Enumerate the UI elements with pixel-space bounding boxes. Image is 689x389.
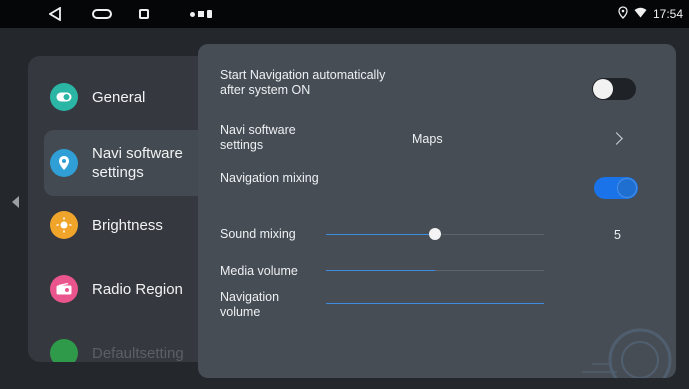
sidebar-item-radio-region[interactable]: Radio Region: [28, 256, 218, 322]
sidebar-item-label: Brightness: [92, 216, 163, 234]
sidebar-item-general[interactable]: General: [28, 64, 218, 130]
slider-fill: [326, 234, 435, 235]
sidebar-item-label: Defaultsetting: [92, 344, 184, 362]
toggle-knob: [593, 79, 613, 99]
sidebar-item-label: General: [92, 88, 146, 106]
navigation-mixing-toggle[interactable]: [594, 177, 638, 199]
location-pin-icon: [50, 149, 78, 177]
start-navigation-label: Start Navigation automatically after sys…: [220, 68, 386, 97]
sidebar: General Navi software settings Brightnes…: [28, 56, 218, 362]
navi-software-value[interactable]: Maps: [412, 132, 443, 146]
slider-fill: [326, 270, 435, 271]
back-icon[interactable]: [44, 0, 66, 28]
status-right: 17:54: [618, 0, 683, 28]
navi-software-label: Navi software settings: [220, 123, 296, 152]
watermark-icon: [582, 328, 672, 378]
lock-icon: [207, 10, 212, 18]
chevron-right-icon[interactable]: [610, 132, 623, 145]
sidebar-item-navi-software-settings[interactable]: Navi software settings: [44, 130, 218, 196]
clock-time: 17:54: [652, 7, 683, 21]
reset-icon: [50, 339, 78, 362]
radio-icon: [50, 275, 78, 303]
left-arrow-icon[interactable]: [12, 196, 19, 208]
media-volume-label: Media volume: [220, 264, 298, 278]
media-volume-slider[interactable]: [326, 270, 544, 271]
sun-icon: [50, 211, 78, 239]
navigation-volume-slider[interactable]: [326, 303, 544, 304]
recent-apps-icon[interactable]: [134, 0, 154, 28]
start-navigation-toggle[interactable]: [592, 78, 636, 100]
notification-icons: [178, 0, 224, 28]
sound-mixing-label: Sound mixing: [220, 227, 296, 241]
navigation-volume-label: Navigation volume: [220, 290, 280, 319]
toggle-knob: [617, 178, 637, 198]
slider-fill: [326, 303, 544, 304]
sound-mixing-slider[interactable]: [326, 228, 544, 240]
sidebar-item-label: Navi software settings: [92, 145, 183, 181]
notification-square-icon: [198, 11, 204, 17]
navigation-mixing-label: Navigation mixing: [220, 171, 319, 185]
sidebar-item-label: Radio Region: [92, 280, 183, 298]
slider-thumb[interactable]: [429, 228, 441, 240]
status-bar: 17:54: [0, 0, 689, 28]
sidebar-item-defaultsetting[interactable]: Defaultsetting: [28, 320, 218, 362]
wifi-icon: [634, 7, 647, 21]
notification-dot-icon: [190, 11, 195, 17]
sidebar-item-brightness[interactable]: Brightness: [28, 192, 218, 258]
home-icon[interactable]: [88, 0, 116, 28]
toggle-icon: [50, 83, 78, 111]
settings-panel: Start Navigation automatically after sys…: [198, 44, 676, 378]
sound-mixing-value: 5: [614, 228, 621, 242]
location-pin-icon: [618, 6, 628, 22]
